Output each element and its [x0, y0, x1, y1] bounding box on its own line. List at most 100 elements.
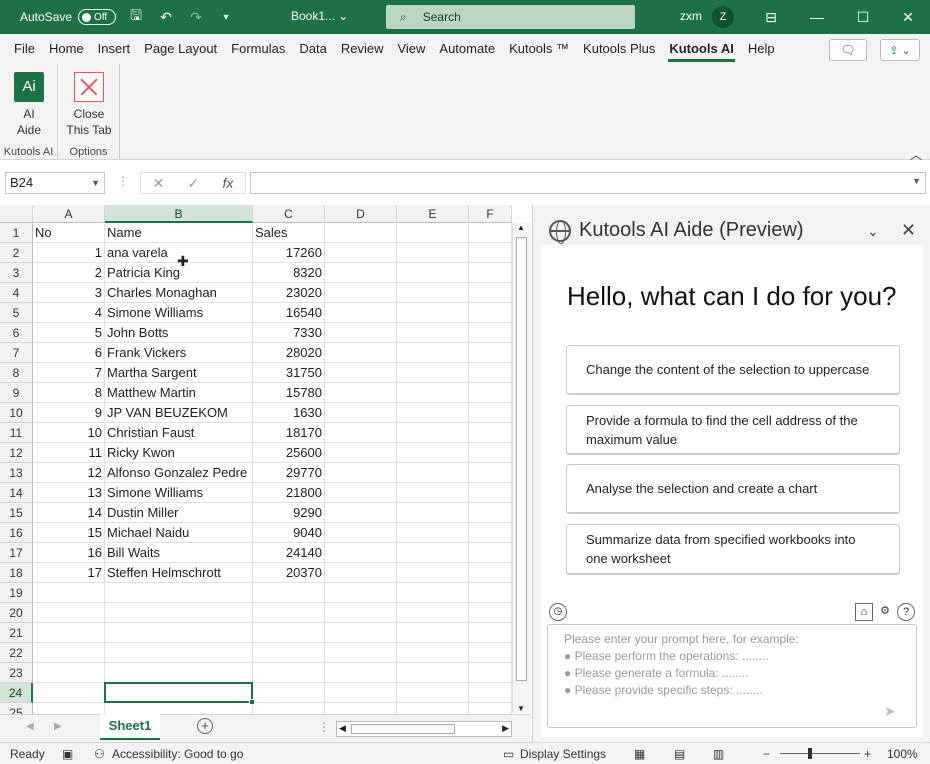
cell-c22[interactable] [253, 643, 325, 663]
column-header-d[interactable]: D [325, 205, 397, 223]
row-header[interactable]: 2 [0, 243, 33, 263]
cell-e5[interactable] [397, 303, 469, 323]
cell-b21[interactable] [105, 623, 253, 643]
cell-d14[interactable] [325, 483, 397, 503]
column-header-f[interactable]: F [469, 205, 512, 223]
cell-b18[interactable]: Steffen Helmschrott [105, 563, 253, 583]
row-header[interactable]: 6 [0, 323, 33, 343]
fill-handle[interactable] [249, 699, 255, 705]
row-header[interactable]: 17 [0, 543, 33, 563]
macro-record-icon[interactable]: ▣ [62, 747, 73, 761]
page-layout-view-icon[interactable]: ▤ [674, 747, 685, 761]
cell-f24[interactable] [469, 683, 512, 703]
normal-view-icon[interactable]: ▦ [634, 747, 645, 761]
cell-e8[interactable] [397, 363, 469, 383]
cell-e11[interactable] [397, 423, 469, 443]
tab-kutools-plus[interactable]: Kutools Plus [576, 34, 662, 64]
row-header[interactable]: 18 [0, 563, 33, 583]
cell-f5[interactable] [469, 303, 512, 323]
display-settings-icon[interactable]: ▭ [503, 747, 514, 761]
cell-d9[interactable] [325, 383, 397, 403]
cell-c10[interactable]: 1630 [253, 403, 325, 423]
cell-c23[interactable] [253, 663, 325, 683]
cell-e16[interactable] [397, 523, 469, 543]
row-header[interactable]: 10 [0, 403, 33, 423]
scroll-right-icon[interactable]: ▶ [502, 723, 509, 734]
share-button[interactable]: ⇪ ⌄ [880, 39, 920, 61]
cell-b17[interactable]: Bill Waits [105, 543, 253, 563]
cell-c20[interactable] [253, 603, 325, 623]
cell-b22[interactable] [105, 643, 253, 663]
cell-a19[interactable] [33, 583, 105, 603]
cell-d3[interactable] [325, 263, 397, 283]
cell-c15[interactable]: 9290 [253, 503, 325, 523]
cell-e19[interactable] [397, 583, 469, 603]
cell-b14[interactable]: Simone Williams [105, 483, 253, 503]
cell-b7[interactable]: Frank Vickers [105, 343, 253, 363]
cell-b6[interactable]: John Botts [105, 323, 253, 343]
cell-a13[interactable]: 12 [33, 463, 105, 483]
cell-e10[interactable] [397, 403, 469, 423]
cell-a3[interactable]: 2 [33, 263, 105, 283]
cell-c4[interactable]: 23020 [253, 283, 325, 303]
cell-a11[interactable]: 10 [33, 423, 105, 443]
autosave-toggle[interactable]: Off [78, 9, 117, 25]
expand-formula-icon[interactable]: ▼ [912, 176, 921, 186]
cell-b9[interactable]: Matthew Martin [105, 383, 253, 403]
help-icon[interactable]: ? [897, 603, 915, 621]
cell-c12[interactable]: 25600 [253, 443, 325, 463]
cell-a8[interactable]: 7 [33, 363, 105, 383]
cell-a6[interactable]: 5 [33, 323, 105, 343]
cell-e15[interactable] [397, 503, 469, 523]
next-sheet-icon[interactable]: ▶ [54, 721, 62, 732]
cell-e2[interactable] [397, 243, 469, 263]
cell-b12[interactable]: Ricky Kwon [105, 443, 253, 463]
cell-a7[interactable]: 6 [33, 343, 105, 363]
suggestion-button[interactable]: Change the content of the selection to u… [566, 345, 900, 395]
customize-qat-icon[interactable]: ▾ [216, 7, 236, 27]
cell-f12[interactable] [469, 443, 512, 463]
zoom-out-icon[interactable]: − [763, 747, 770, 761]
function-icon[interactable]: fx [222, 175, 233, 191]
cell-f19[interactable] [469, 583, 512, 603]
ai-aide-button[interactable]: Ai AI Aide [13, 72, 45, 138]
page-break-view-icon[interactable]: ▥ [713, 747, 724, 761]
cell-c24[interactable] [253, 683, 325, 703]
cell-e13[interactable] [397, 463, 469, 483]
row-header[interactable]: 8 [0, 363, 33, 383]
cell-d20[interactable] [325, 603, 397, 623]
cell-b15[interactable]: Dustin Miller [105, 503, 253, 523]
file-name[interactable]: Book1... ⌄ [291, 9, 348, 23]
cell-a20[interactable] [33, 603, 105, 623]
row-header[interactable]: 24 [0, 683, 33, 703]
tab-formulas[interactable]: Formulas [224, 34, 292, 64]
cell-c16[interactable]: 9040 [253, 523, 325, 543]
row-header[interactable]: 20 [0, 603, 33, 623]
cell-f14[interactable] [469, 483, 512, 503]
cell-c9[interactable]: 15780 [253, 383, 325, 403]
undo-icon[interactable]: ↶ [156, 7, 176, 27]
cell-d2[interactable] [325, 243, 397, 263]
cell-a23[interactable] [33, 663, 105, 683]
zoom-in-icon[interactable]: + [864, 747, 871, 761]
hscroll-thumb[interactable] [351, 724, 455, 734]
select-all-corner[interactable] [0, 205, 33, 223]
row-header[interactable]: 16 [0, 523, 33, 543]
cell-c18[interactable]: 20370 [253, 563, 325, 583]
cell-e1[interactable] [397, 223, 469, 243]
scroll-down-icon[interactable]: ▼ [517, 704, 525, 713]
cell-d22[interactable] [325, 643, 397, 663]
cell-f4[interactable] [469, 283, 512, 303]
tab-insert[interactable]: Insert [91, 34, 138, 64]
tab-kutools-ai[interactable]: Kutools AI [662, 34, 741, 64]
cell-a1[interactable]: No [33, 223, 105, 243]
row-header[interactable]: 4 [0, 283, 33, 303]
row-header[interactable]: 15 [0, 503, 33, 523]
prev-sheet-icon[interactable]: ◀ [26, 721, 34, 732]
cell-d1[interactable] [325, 223, 397, 243]
cell-b16[interactable]: Michael Naidu [105, 523, 253, 543]
cell-f22[interactable] [469, 643, 512, 663]
row-header[interactable]: 1 [0, 223, 33, 243]
cell-f7[interactable] [469, 343, 512, 363]
cell-b8[interactable]: Martha Sargent [105, 363, 253, 383]
